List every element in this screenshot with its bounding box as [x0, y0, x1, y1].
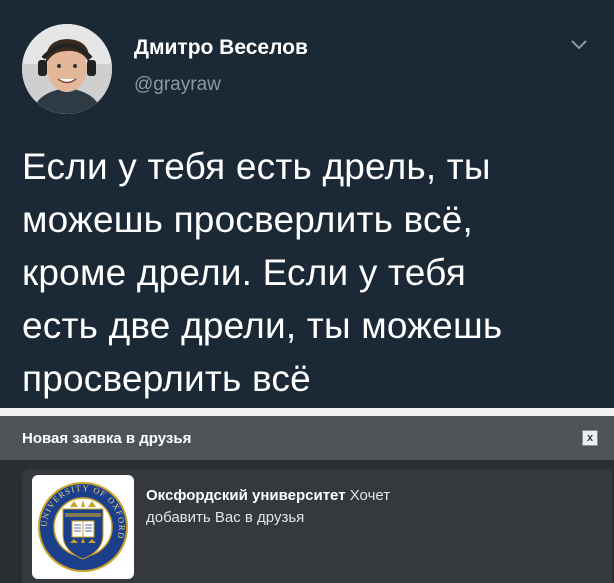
notification-card[interactable]: UNIVERSITY OF OXFORD Оксфордский универс… [22, 469, 612, 583]
notification-message: Оксфордский университет Хочет добавить В… [146, 485, 586, 529]
tweet-line: Если у тебя есть дрель, ты [22, 146, 491, 187]
display-name[interactable]: Дмитро Веселов [134, 36, 308, 60]
tweet-text: Если у тебя есть дрель, ты можешь просве… [22, 140, 597, 405]
avatar[interactable] [22, 24, 112, 114]
notification-title: Новая заявка в друзья [22, 430, 192, 447]
avatar-photo [22, 24, 112, 114]
tweet-line: просверлить всё [22, 358, 311, 399]
tweet-card: Дмитро Веселов @grayraw Если у тебя есть… [0, 0, 614, 408]
notification-header: Новая заявка в друзья x [0, 416, 614, 461]
tweet-line: можешь просверлить всё, [22, 199, 473, 240]
tweet-line: есть две дрели, ты можешь [22, 305, 503, 346]
user-handle[interactable]: @grayraw [134, 74, 221, 96]
message-text-line2: добавить Вас в друзья [146, 509, 305, 526]
message-text: Хочет [345, 487, 391, 504]
oxford-crest-logo[interactable]: UNIVERSITY OF OXFORD [32, 475, 134, 579]
close-icon[interactable]: x [582, 430, 598, 446]
sender-name[interactable]: Оксфордский университет [146, 487, 346, 504]
tweet-line: кроме дрели. Если у тебя [22, 252, 466, 293]
chevron-down-icon[interactable] [568, 38, 590, 52]
friend-request-notification: Новая заявка в друзья x UNIVERSITY OF OX… [0, 416, 614, 583]
divider [0, 408, 614, 416]
